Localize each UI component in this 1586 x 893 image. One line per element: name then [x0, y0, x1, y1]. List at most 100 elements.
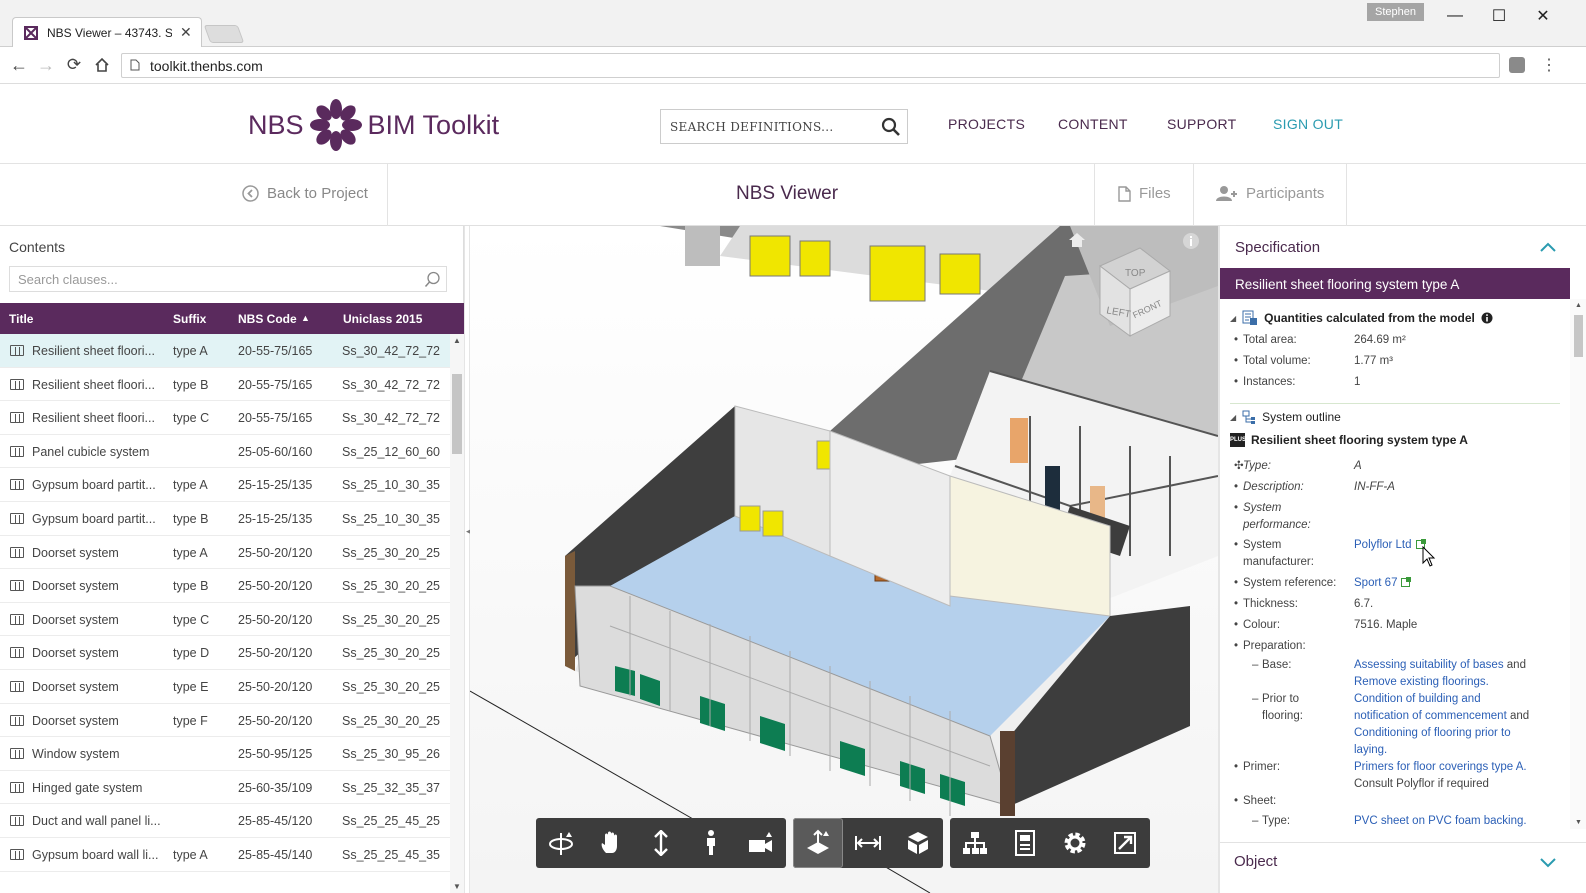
colour-row: • Colour: 7516. Maple [1234, 619, 1418, 631]
profile-badge[interactable]: Stephen [1367, 3, 1424, 21]
description-row: • Description: IN-FF-A [1234, 481, 1395, 493]
system-reference-row: • System reference: Sport 67 [1234, 575, 1564, 592]
table-row[interactable]: Doorset system type E 25-50-20/120 Ss_25_30… [0, 670, 450, 704]
info-icon[interactable] [1481, 312, 1493, 324]
table-row[interactable]: Resilient sheet floori... type A 20-55-75/… [0, 334, 450, 368]
camera-icon[interactable] [736, 818, 786, 868]
conditioning-link[interactable]: Conditioning of flooring prior to [1354, 727, 1511, 739]
forward-arrow-icon[interactable]: → [34, 54, 58, 76]
laying-link[interactable]: laying. [1354, 744, 1387, 756]
nav-content[interactable]: CONTENT [1058, 116, 1128, 132]
pvc-sheet-link[interactable]: PVC sheet on PVC foam backing. [1354, 815, 1527, 827]
notification-link[interactable]: notification of commencement [1354, 710, 1507, 722]
chevron-up-icon[interactable] [1538, 238, 1558, 258]
address-bar-row: ← → ⟳ toolkit.thenbs.com ⋮ [0, 47, 1586, 84]
table-row[interactable]: Gypsum board partit... type B 25-15-25/135… [0, 502, 450, 536]
table-row[interactable]: Doorset system type F 25-50-20/120 Ss_25_30… [0, 704, 450, 738]
viewer-home-icon[interactable] [1068, 232, 1086, 253]
primers-link[interactable]: Primers for floor coverings type A. [1354, 761, 1527, 773]
external-link-icon[interactable] [1401, 577, 1412, 587]
search-icon[interactable] [424, 271, 441, 291]
nav-sign-out[interactable]: SIGN OUT [1273, 116, 1343, 132]
manufacturer-link[interactable]: Polyflor Ltd [1354, 539, 1412, 551]
participants-button[interactable]: Participants [1216, 185, 1324, 202]
table-row[interactable]: Doorset system type D 25-50-20/120 Ss_25_30… [0, 636, 450, 670]
nav-projects[interactable]: PROJECTS [948, 116, 1025, 132]
url-text: toolkit.thenbs.com [150, 57, 263, 74]
table-row[interactable]: Panel cubicle system 25-05-60/160 Ss_25_12… [0, 435, 450, 469]
back-arrow-icon[interactable]: ← [7, 54, 31, 76]
back-to-project-button[interactable]: Back to Project [242, 185, 368, 202]
zoom-icon[interactable] [636, 818, 686, 868]
system-reference-link[interactable]: Sport 67 [1354, 577, 1397, 589]
prior-to-flooring-row: – Prior to flooring: Condition of building… [1252, 693, 1530, 756]
files-button[interactable]: Files [1118, 185, 1171, 202]
browser-tab[interactable]: NBS Viewer – 43743. St M ✕ [12, 17, 202, 47]
browser-menu-icon[interactable]: ⋮ [1541, 55, 1557, 75]
sort-asc-icon[interactable]: ▲ [301, 313, 310, 323]
nbs-logo[interactable]: NBS BIM Toolkit [248, 99, 499, 151]
table-row[interactable]: Resilient sheet floori... type B 20-55-75/… [0, 368, 450, 402]
contents-scrollbar[interactable]: ▲ ▼ [450, 334, 464, 893]
table-row[interactable]: Gypsum board partit... type A 25-15-25/135… [0, 468, 450, 502]
model-viewer-canvas[interactable]: TOP LEFT FRONT [470, 226, 1218, 893]
new-tab-button[interactable] [203, 25, 245, 43]
model-toolbar [793, 818, 943, 868]
table-row[interactable]: Gypsum board wall li... type A 25-85-45/14… [0, 838, 450, 872]
table-row[interactable]: Duct and wall panel li... 25-85-45/120 Ss_… [0, 804, 450, 838]
settings-icon[interactable] [1050, 818, 1100, 868]
clause-icon [10, 479, 24, 491]
quantities-section-header[interactable]: ◢ Quantities calculated from the model [1230, 310, 1493, 326]
table-row[interactable]: Resilient sheet floori... type C 20-55-75/… [0, 401, 450, 435]
condition-of-building-link[interactable]: Condition of building and [1354, 693, 1481, 705]
extension-icon[interactable] [1509, 57, 1525, 73]
remove-floorings-link[interactable]: Remove existing floorings. [1354, 676, 1489, 688]
table-row[interactable]: Doorset system type A 25-50-20/120 Ss_25_30… [0, 536, 450, 570]
orbit-icon[interactable] [536, 818, 586, 868]
window-close-icon[interactable]: ✕ [1525, 4, 1561, 28]
mouse-cursor-icon [1422, 546, 1436, 567]
row-uniclass: Ss_25_10_30_35 [342, 478, 441, 493]
section-icon[interactable] [793, 818, 843, 868]
system-outline-header[interactable]: ◢ System outline [1230, 410, 1341, 424]
col-title[interactable]: Title [9, 312, 33, 326]
maximize-icon[interactable]: ☐ [1481, 4, 1517, 28]
object-section-header[interactable]: Object [1220, 842, 1586, 877]
search-definitions-input[interactable]: SEARCH DEFINITIONS... [660, 109, 908, 144]
home-icon[interactable] [90, 54, 114, 76]
row-uniclass: Ss_25_32_35_37 [342, 780, 441, 795]
assessing-bases-link[interactable]: Assessing suitability of bases [1354, 659, 1504, 671]
nav-support[interactable]: SUPPORT [1167, 116, 1237, 132]
tab-close-icon[interactable]: ✕ [180, 24, 192, 41]
chevron-down-icon[interactable] [1538, 852, 1558, 877]
col-nbs-code[interactable]: NBS Code [238, 312, 297, 326]
properties-icon[interactable] [1000, 818, 1050, 868]
table-row[interactable]: Doorset system type C 25-50-20/120 Ss_25_30… [0, 603, 450, 637]
row-nbs-code: 25-50-20/120 [238, 646, 313, 661]
fullscreen-icon[interactable] [1100, 818, 1150, 868]
row-title: Gypsum board partit... [32, 511, 156, 526]
specification-scrollbar[interactable]: ▲ ▼ [1570, 299, 1586, 829]
reload-icon[interactable]: ⟳ [62, 54, 86, 76]
total-area-row: • Total area: 264.69 m² [1234, 334, 1406, 346]
table-row[interactable]: Window system 25-50-95/125 Ss_25_30_95_26 [0, 737, 450, 771]
col-suffix[interactable]: Suffix [173, 312, 206, 326]
search-clauses-input[interactable]: Search clauses... [9, 266, 447, 292]
tab-title: NBS Viewer – 43743. St M [47, 25, 172, 40]
pan-icon[interactable] [586, 818, 636, 868]
model-browser-icon[interactable] [950, 818, 1000, 868]
explode-icon[interactable] [893, 818, 943, 868]
walk-icon[interactable] [686, 818, 736, 868]
table-row[interactable]: Hinged gate system 25-60-35/109 Ss_25_32_3… [0, 771, 450, 805]
viewer-info-icon[interactable] [1182, 232, 1200, 255]
row-nbs-code: 20-55-75/165 [238, 344, 313, 358]
clause-icon [10, 546, 24, 558]
url-field[interactable]: toolkit.thenbs.com [121, 53, 1500, 78]
search-icon[interactable] [881, 117, 901, 140]
measure-icon[interactable] [843, 818, 893, 868]
row-suffix: type C [173, 612, 210, 627]
col-uniclass[interactable]: Uniclass 2015 [343, 312, 422, 326]
minimize-icon[interactable]: — [1437, 4, 1473, 28]
table-row[interactable]: Doorset system type B 25-50-20/120 Ss_25_30… [0, 569, 450, 603]
building-model[interactable]: TOP LEFT FRONT [470, 226, 1218, 893]
